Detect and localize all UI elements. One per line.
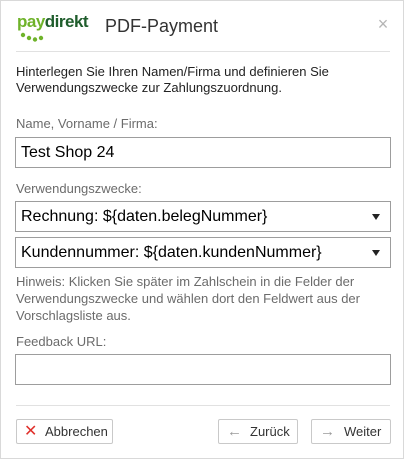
x-icon: ✕ xyxy=(24,423,38,440)
purpose-select-1[interactable]: Rechnung: ${daten.belegNummer} xyxy=(15,201,391,232)
triangle-down-icon xyxy=(372,250,380,256)
cancel-button-label: Abbrechen xyxy=(45,424,108,439)
next-button[interactable]: → Weiter xyxy=(311,419,391,444)
footer-divider xyxy=(16,405,390,406)
feedback-url-input[interactable] xyxy=(15,354,391,385)
back-button[interactable]: ← Zurück xyxy=(218,419,298,444)
name-input[interactable] xyxy=(15,137,391,168)
dialog-title: PDF-Payment xyxy=(105,16,219,36)
logo-pay-text: pay xyxy=(17,12,45,31)
hint-text: Hinweis: Klicken Sie später im Zahlschei… xyxy=(16,274,360,323)
intro-text: Hinterlegen Sie Ihren Namen/Firma und de… xyxy=(16,64,329,95)
back-button-label: Zurück xyxy=(250,424,290,439)
name-label: Name, Vorname / Firma: xyxy=(16,116,158,131)
purpose-select-1-value: Rechnung: ${daten.belegNummer} xyxy=(21,208,268,225)
feedback-url-label: Feedback URL: xyxy=(16,334,107,349)
next-button-label: Weiter xyxy=(344,424,382,439)
pdf-payment-dialog: paydirekt PDF-Payment × Hinterlegen Sie … xyxy=(0,0,404,459)
logo-dots-icon xyxy=(20,32,44,42)
purpose-select-2[interactable]: Kundennummer: ${daten.kundenNummer} xyxy=(15,237,391,268)
dialog-header: paydirekt PDF-Payment × xyxy=(1,1,403,51)
arrow-right-icon: → xyxy=(320,423,335,440)
cancel-button[interactable]: ✕ Abbrechen xyxy=(16,419,113,444)
close-icon[interactable]: × xyxy=(375,15,391,33)
logo-wordmark: paydirekt xyxy=(17,12,89,32)
arrow-left-icon: ← xyxy=(227,423,242,440)
paydirekt-logo: paydirekt xyxy=(17,12,89,42)
logo-direkt-text: direkt xyxy=(44,12,89,31)
header-divider xyxy=(16,51,390,52)
triangle-down-icon xyxy=(372,214,380,220)
purpose-select-2-value: Kundennummer: ${daten.kundenNummer} xyxy=(21,244,322,261)
purposes-label: Verwendungszwecke: xyxy=(16,181,142,196)
